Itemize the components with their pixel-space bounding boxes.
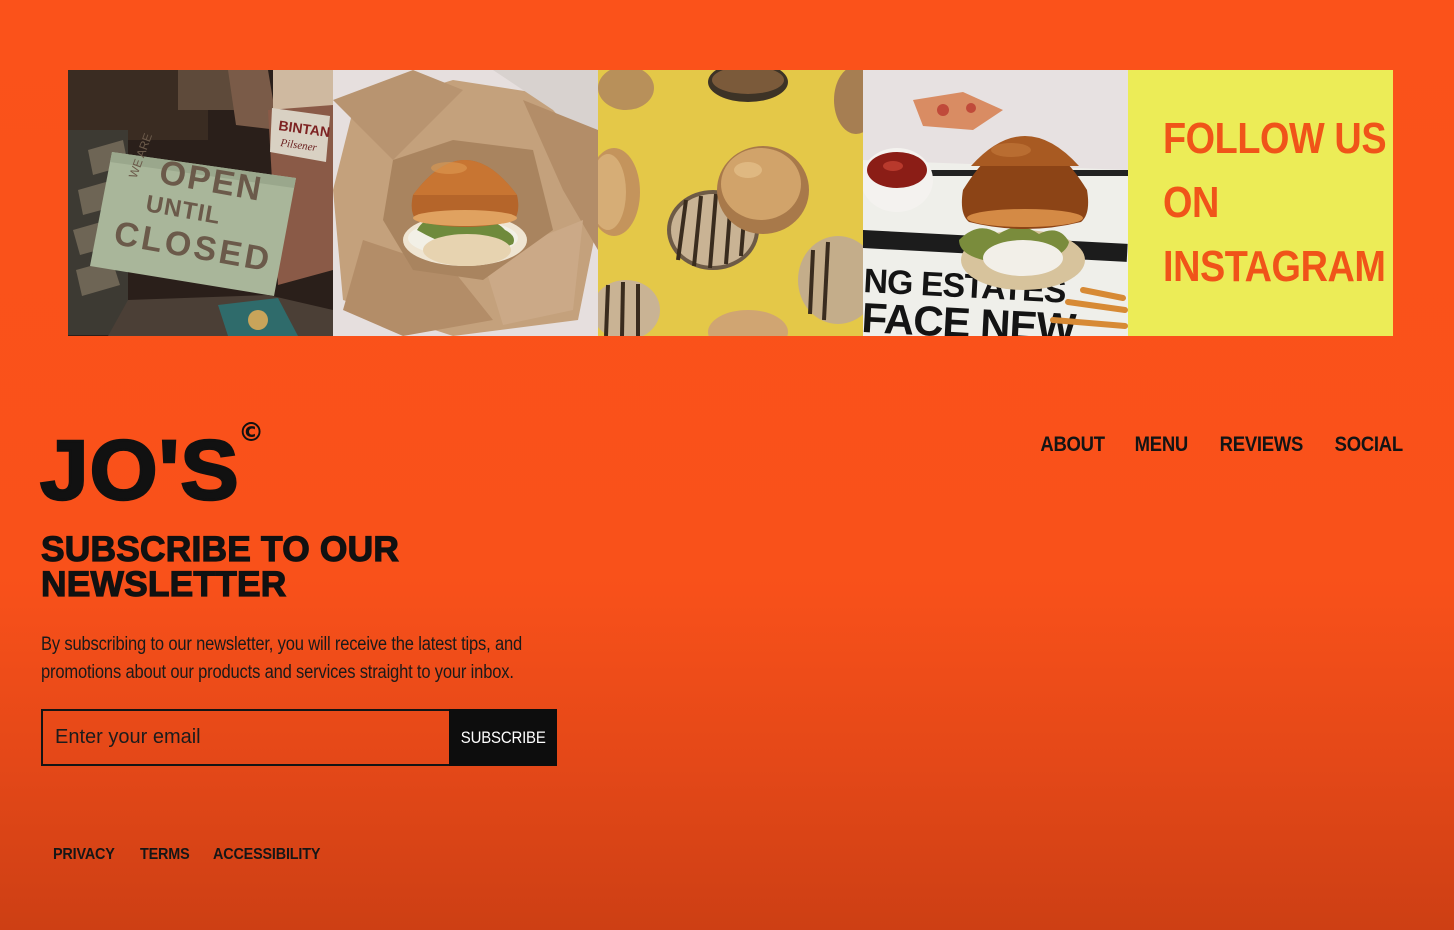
copyright-icon: ©	[238, 418, 265, 448]
nav-link-social[interactable]: SOCIAL	[1335, 433, 1404, 457]
legal-link-privacy[interactable]: PRIVACY	[53, 846, 115, 864]
legal-link-accessibility[interactable]: ACCESSIBILITY	[213, 846, 320, 864]
instagram-photo-burger-paper[interactable]	[333, 70, 598, 336]
burger-in-paper-wrap-photo	[333, 70, 598, 336]
brand-name: JO'S	[39, 423, 240, 517]
footer-nav: ABOUT MENU REVIEWS SOCIAL	[1036, 433, 1408, 457]
newsletter-heading: SUBSCRIBE TO OUR NEWSLETTER	[40, 530, 400, 604]
legal-link-terms[interactable]: TERMS	[140, 846, 190, 864]
instagram-photo-open-sign[interactable]: BINTAN Pilsener WE ARE OPEN UNTIL CLOSED	[68, 70, 333, 336]
grilled-buns-on-yellow-photo	[598, 70, 863, 336]
follow-us-text: FOLLOW US ON INSTAGRAM	[1163, 107, 1387, 299]
nav-link-reviews[interactable]: REVIEWS	[1219, 433, 1303, 457]
open-until-closed-sign-photo: BINTAN Pilsener WE ARE OPEN UNTIL CLOSED	[68, 70, 333, 336]
subscribe-button-label: SUBSCRIBE	[460, 727, 546, 747]
nav-link-about[interactable]: ABOUT	[1040, 433, 1105, 457]
instagram-strip: BINTAN Pilsener WE ARE OPEN UNTIL CLOSED	[68, 70, 1393, 336]
instagram-photo-buns-yellow[interactable]	[598, 70, 863, 336]
newsletter-form: SUBSCRIBE	[41, 709, 557, 766]
follow-line-2: ON	[1163, 178, 1219, 227]
subscribe-button[interactable]: SUBSCRIBE	[449, 709, 557, 766]
follow-us-instagram-tile[interactable]: FOLLOW US ON INSTAGRAM	[1128, 70, 1393, 336]
instagram-photo-burger-newspaper[interactable]: NG ESTATES FACE NEW	[863, 70, 1128, 336]
newsletter-description: By subscribing to our newsletter, you wi…	[41, 634, 523, 683]
burger-on-newspaper-photo: NG ESTATES FACE NEW	[863, 70, 1128, 336]
brand-logo[interactable]: JO'S ©	[39, 418, 265, 513]
nav-link-menu[interactable]: MENU	[1135, 433, 1189, 457]
legal-nav: PRIVACY TERMS ACCESSIBILITY	[53, 846, 332, 864]
email-input[interactable]	[41, 709, 449, 766]
follow-line-1: FOLLOW US	[1163, 114, 1387, 163]
follow-line-3: INSTAGRAM	[1163, 242, 1386, 291]
